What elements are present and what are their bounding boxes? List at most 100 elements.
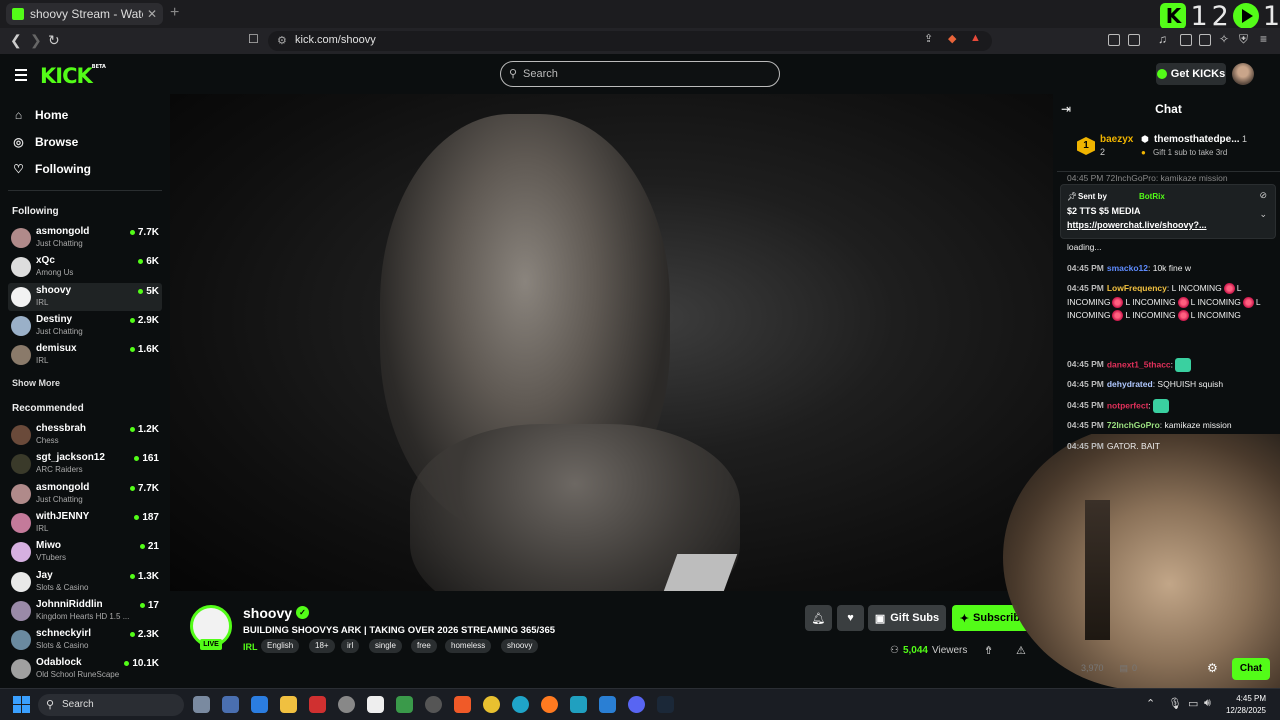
firefox-icon[interactable] bbox=[541, 696, 558, 713]
user-avatar[interactable] bbox=[1232, 63, 1254, 85]
chat-settings-icon[interactable]: ⚙ bbox=[1207, 661, 1218, 675]
pinned-link[interactable]: https://powerchat.live/shoovy?... bbox=[1067, 220, 1207, 230]
back-icon[interactable]: ❮ bbox=[10, 32, 22, 49]
tag-chip[interactable]: single bbox=[369, 639, 402, 653]
discord-icon[interactable] bbox=[628, 696, 645, 713]
network-icon[interactable]: ▭ bbox=[1188, 697, 1198, 710]
tag-chip[interactable]: English bbox=[261, 639, 300, 653]
app-icon[interactable] bbox=[570, 696, 587, 713]
category-link[interactable]: IRL bbox=[243, 642, 258, 652]
kick-logo[interactable]: KICKBETA bbox=[40, 64, 106, 88]
browser-tab[interactable]: shoovy Stream - Watch Live o ✕ bbox=[6, 3, 163, 25]
video-player[interactable] bbox=[170, 94, 1053, 591]
extensions-icon[interactable] bbox=[1108, 34, 1120, 46]
channel-name[interactable]: shoovy bbox=[243, 605, 292, 621]
sidebar-channel[interactable]: schneckyirl Slots & Casino 2.3K bbox=[8, 626, 162, 654]
sidebar-channel[interactable]: Odablock Old School RuneScape 10.1K bbox=[8, 655, 162, 683]
taskbar-search[interactable]: ⚲ Search bbox=[38, 694, 184, 716]
get-kicks-button[interactable]: Get KICKs bbox=[1156, 63, 1226, 85]
search-input[interactable]: ⚲ Search bbox=[500, 61, 780, 87]
app-icon[interactable] bbox=[338, 696, 355, 713]
tag-chip[interactable]: homeless bbox=[445, 639, 492, 653]
reload-icon[interactable]: ↻ bbox=[48, 32, 60, 49]
hamburger-menu-icon[interactable] bbox=[15, 69, 27, 84]
brave-rewards-icon[interactable]: ▲ bbox=[970, 32, 981, 44]
message-username[interactable]: smacko12 bbox=[1107, 263, 1148, 273]
sidebar-toggle-icon[interactable] bbox=[1180, 34, 1192, 46]
bookmark-icon[interactable]: ☐ bbox=[248, 32, 259, 46]
new-tab-icon[interactable]: + bbox=[170, 4, 179, 22]
menu-icon[interactable]: ≡ bbox=[1260, 32, 1267, 46]
sidebar-item-browse[interactable]: ◎ Browse bbox=[12, 135, 78, 149]
edge-icon[interactable] bbox=[512, 696, 529, 713]
brave-icon[interactable] bbox=[454, 696, 471, 713]
message-username[interactable]: 72InchGoPro bbox=[1107, 420, 1160, 430]
pinned-sender[interactable]: BotRix bbox=[1139, 192, 1165, 201]
chat-send-button[interactable]: Chat bbox=[1232, 658, 1270, 680]
message-username[interactable]: dehydrated bbox=[1107, 379, 1153, 389]
sidebar-channel[interactable]: chessbrah Chess 1.2K bbox=[8, 421, 162, 449]
app-icon[interactable] bbox=[367, 696, 384, 713]
windows-start-icon[interactable] bbox=[13, 696, 30, 713]
chrome-icon[interactable] bbox=[483, 696, 500, 713]
message-username[interactable]: LowFrequency bbox=[1107, 283, 1167, 293]
sidebar-item-home[interactable]: ⌂ Home bbox=[12, 108, 68, 122]
message-text: L INCOMING bbox=[1125, 296, 1176, 307]
viewer-count: 161 bbox=[134, 453, 159, 464]
app-icon[interactable] bbox=[425, 696, 442, 713]
notification-bell-button[interactable]: 🔔︎ bbox=[805, 605, 832, 631]
tag-chip[interactable]: shoovy bbox=[501, 639, 539, 653]
people-app-icon[interactable] bbox=[193, 696, 210, 713]
app-icon[interactable] bbox=[251, 696, 268, 713]
share-icon[interactable]: ⇪ bbox=[924, 32, 933, 45]
tag-chip[interactable]: 18+ bbox=[309, 639, 335, 653]
sidebar-channel[interactable]: Miwo VTubers 21 bbox=[8, 538, 162, 566]
wallet-icon[interactable] bbox=[1199, 34, 1211, 46]
music-icon[interactable]: ♫ bbox=[1158, 32, 1167, 46]
hide-pin-icon[interactable]: ⊘ bbox=[1259, 190, 1267, 201]
leo-ai-icon[interactable]: ✧ bbox=[1219, 32, 1229, 46]
forward-icon[interactable]: ❯ bbox=[30, 32, 42, 49]
pinned-sent-by: Sent by bbox=[1078, 192, 1107, 201]
steam-icon[interactable] bbox=[657, 696, 674, 713]
message-username[interactable]: notperfect bbox=[1107, 400, 1149, 410]
gift-subs-button[interactable]: ▣ Gift Subs bbox=[868, 605, 946, 631]
taskbar-clock[interactable]: 4:45 PM 12/28/2025 bbox=[1226, 693, 1266, 717]
sidebar-channel[interactable]: Destiny Just Chatting 2.9K bbox=[8, 312, 162, 340]
vpn-icon[interactable]: ⛨ bbox=[1239, 32, 1248, 47]
address-bar[interactable]: ⚙ kick.com/shoovy bbox=[268, 31, 992, 51]
message-username[interactable]: danext1_5thacc bbox=[1107, 359, 1171, 369]
file-explorer-icon[interactable] bbox=[280, 696, 297, 713]
sidebar-channel[interactable]: JohnniRiddlin Kingdom Hearts HD 1.5 ... 17 bbox=[8, 597, 162, 625]
second-gifter-name[interactable]: themosthatedpe... bbox=[1154, 134, 1240, 145]
brave-shields-icon[interactable]: ◆ bbox=[948, 32, 956, 45]
site-info-icon[interactable]: ⚙ bbox=[277, 34, 287, 47]
close-tab-icon[interactable]: ✕ bbox=[147, 7, 157, 21]
screenshot-icon[interactable] bbox=[1128, 34, 1140, 46]
follow-button[interactable]: ♥ bbox=[837, 605, 864, 631]
app-icon[interactable] bbox=[309, 696, 326, 713]
report-icon[interactable]: ⚠ bbox=[1016, 644, 1026, 657]
tag-chip[interactable]: free bbox=[411, 639, 437, 653]
sidebar-channel[interactable]: Jay Slots & Casino 1.3K bbox=[8, 568, 162, 596]
sidebar-item-following[interactable]: ♡ Following bbox=[12, 162, 91, 176]
sidebar-channel[interactable]: asmongold Just Chatting 7.7K bbox=[8, 224, 162, 252]
pinned-line-1: $2 TTS $5 MEDIA bbox=[1067, 206, 1141, 216]
chevron-down-icon[interactable]: ⌄ bbox=[1259, 209, 1267, 220]
sidebar-channel[interactable]: xQc Among Us 6K bbox=[8, 253, 162, 281]
volume-icon[interactable]: 🔊︎ bbox=[1204, 697, 1211, 710]
share-icon[interactable]: ⇮ bbox=[984, 644, 993, 657]
tray-overflow-icon[interactable]: ⌃ bbox=[1146, 697, 1155, 710]
sidebar-channel[interactable]: withJENNY IRL 187 bbox=[8, 509, 162, 537]
app-icon[interactable] bbox=[396, 696, 413, 713]
sidebar-channel[interactable]: sgt_jackson12 ARC Raiders 161 bbox=[8, 450, 162, 478]
show-more-link[interactable]: Show More bbox=[12, 378, 60, 388]
sidebar-channel[interactable]: asmongold Just Chatting 7.7K bbox=[8, 480, 162, 508]
tag-chip[interactable]: irl bbox=[341, 639, 360, 653]
vscode-icon[interactable] bbox=[599, 696, 616, 713]
microphone-icon[interactable]: 🎙︎ bbox=[1168, 697, 1182, 710]
top-gifter-name[interactable]: baezyx bbox=[1100, 134, 1133, 145]
sidebar-channel[interactable]: shoovy IRL 5K bbox=[8, 282, 162, 311]
sidebar-channel[interactable]: demisux IRL 1.6K bbox=[8, 341, 162, 369]
app-icon[interactable] bbox=[222, 696, 239, 713]
